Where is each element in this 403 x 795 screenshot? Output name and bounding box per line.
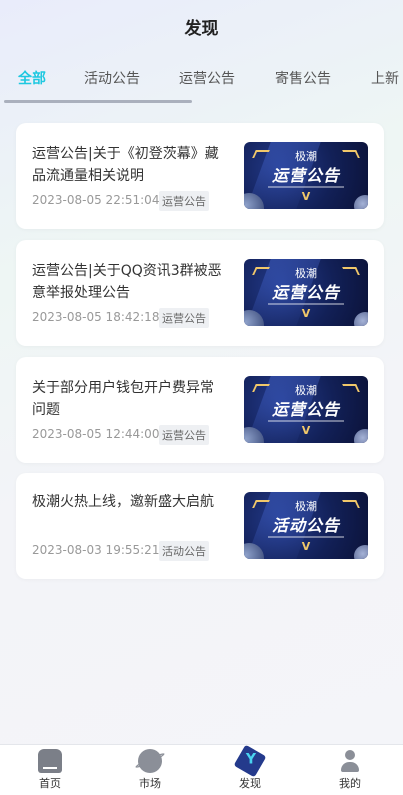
announcement-tag: 活动公告: [159, 541, 209, 561]
user-icon: [338, 749, 362, 773]
thumbnail-label: 运营公告: [271, 400, 340, 419]
tab-new[interactable]: 上新: [371, 68, 399, 88]
announcement-thumbnail: 极潮 运营公告 V: [244, 376, 368, 443]
nav-label: 市场: [139, 777, 161, 790]
bottom-navigation: 首页 市场 发现 我的: [0, 744, 403, 795]
nav-label: 我的: [339, 777, 361, 790]
header: 发现: [0, 0, 403, 52]
announcement-card[interactable]: 关于部分用户钱包开户费异常问题 2023-08-05 12:44:00 运营公告…: [16, 357, 384, 463]
nav-market[interactable]: 市场: [115, 749, 185, 791]
nav-mine[interactable]: 我的: [315, 749, 385, 791]
announcement-date: 2023-08-05 22:51:04: [32, 193, 160, 207]
thumbnail-label: 运营公告: [271, 283, 340, 302]
tab-activity[interactable]: 活动公告: [84, 68, 140, 88]
announcement-thumbnail: 极潮 运营公告 V: [244, 259, 368, 326]
thumbnail-label: 活动公告: [271, 516, 340, 535]
announcement-thumbnail: 极潮 活动公告 V: [244, 492, 368, 559]
announcement-tag: 运营公告: [159, 308, 209, 328]
announcement-card[interactable]: 运营公告|关于《初登茨幕》藏品流通量相关说明 2023-08-05 22:51:…: [16, 123, 384, 229]
announcement-title: 极潮火热上线，邀新盛大启航: [32, 494, 214, 510]
announcement-tag: 运营公告: [159, 191, 209, 211]
announcement-card[interactable]: 运营公告|关于QQ资讯3群被恶意举报处理公告 2023-08-05 18:42:…: [16, 240, 384, 346]
page-title: 发现: [184, 18, 219, 39]
thumbnail-label: 运营公告: [271, 166, 340, 185]
nav-label: 首页: [39, 777, 61, 790]
tab-consignment[interactable]: 寄售公告: [275, 68, 331, 88]
category-tabs: 全部 活动公告 运营公告 寄售公告 上新: [0, 60, 403, 100]
planet-icon: [138, 749, 162, 773]
announcement-title: 运营公告|关于《初登茨幕》藏品流通量相关说明: [32, 146, 219, 184]
announcement-date: 2023-08-05 18:42:18: [32, 310, 160, 324]
announcement-date: 2023-08-03 19:55:21: [32, 543, 160, 557]
announcement-card[interactable]: 极潮火热上线，邀新盛大启航 2023-08-03 19:55:21 活动公告 极…: [16, 473, 384, 579]
tab-operation[interactable]: 运营公告: [179, 68, 235, 88]
nav-home[interactable]: 首页: [15, 749, 85, 791]
announcement-title: 关于部分用户钱包开户费异常问题: [32, 380, 214, 418]
announcement-title: 运营公告|关于QQ资讯3群被恶意举报处理公告: [32, 263, 222, 301]
announcement-tag: 运营公告: [159, 425, 209, 445]
nav-discover[interactable]: 发现: [215, 744, 285, 791]
discover-icon: [233, 744, 267, 778]
tab-all[interactable]: 全部: [18, 68, 46, 88]
tab-indicator: [4, 100, 192, 103]
nav-label: 发现: [239, 777, 261, 790]
home-icon: [38, 749, 62, 773]
announcement-thumbnail: 极潮 运营公告 V: [244, 142, 368, 209]
announcement-date: 2023-08-05 12:44:00: [32, 427, 160, 441]
